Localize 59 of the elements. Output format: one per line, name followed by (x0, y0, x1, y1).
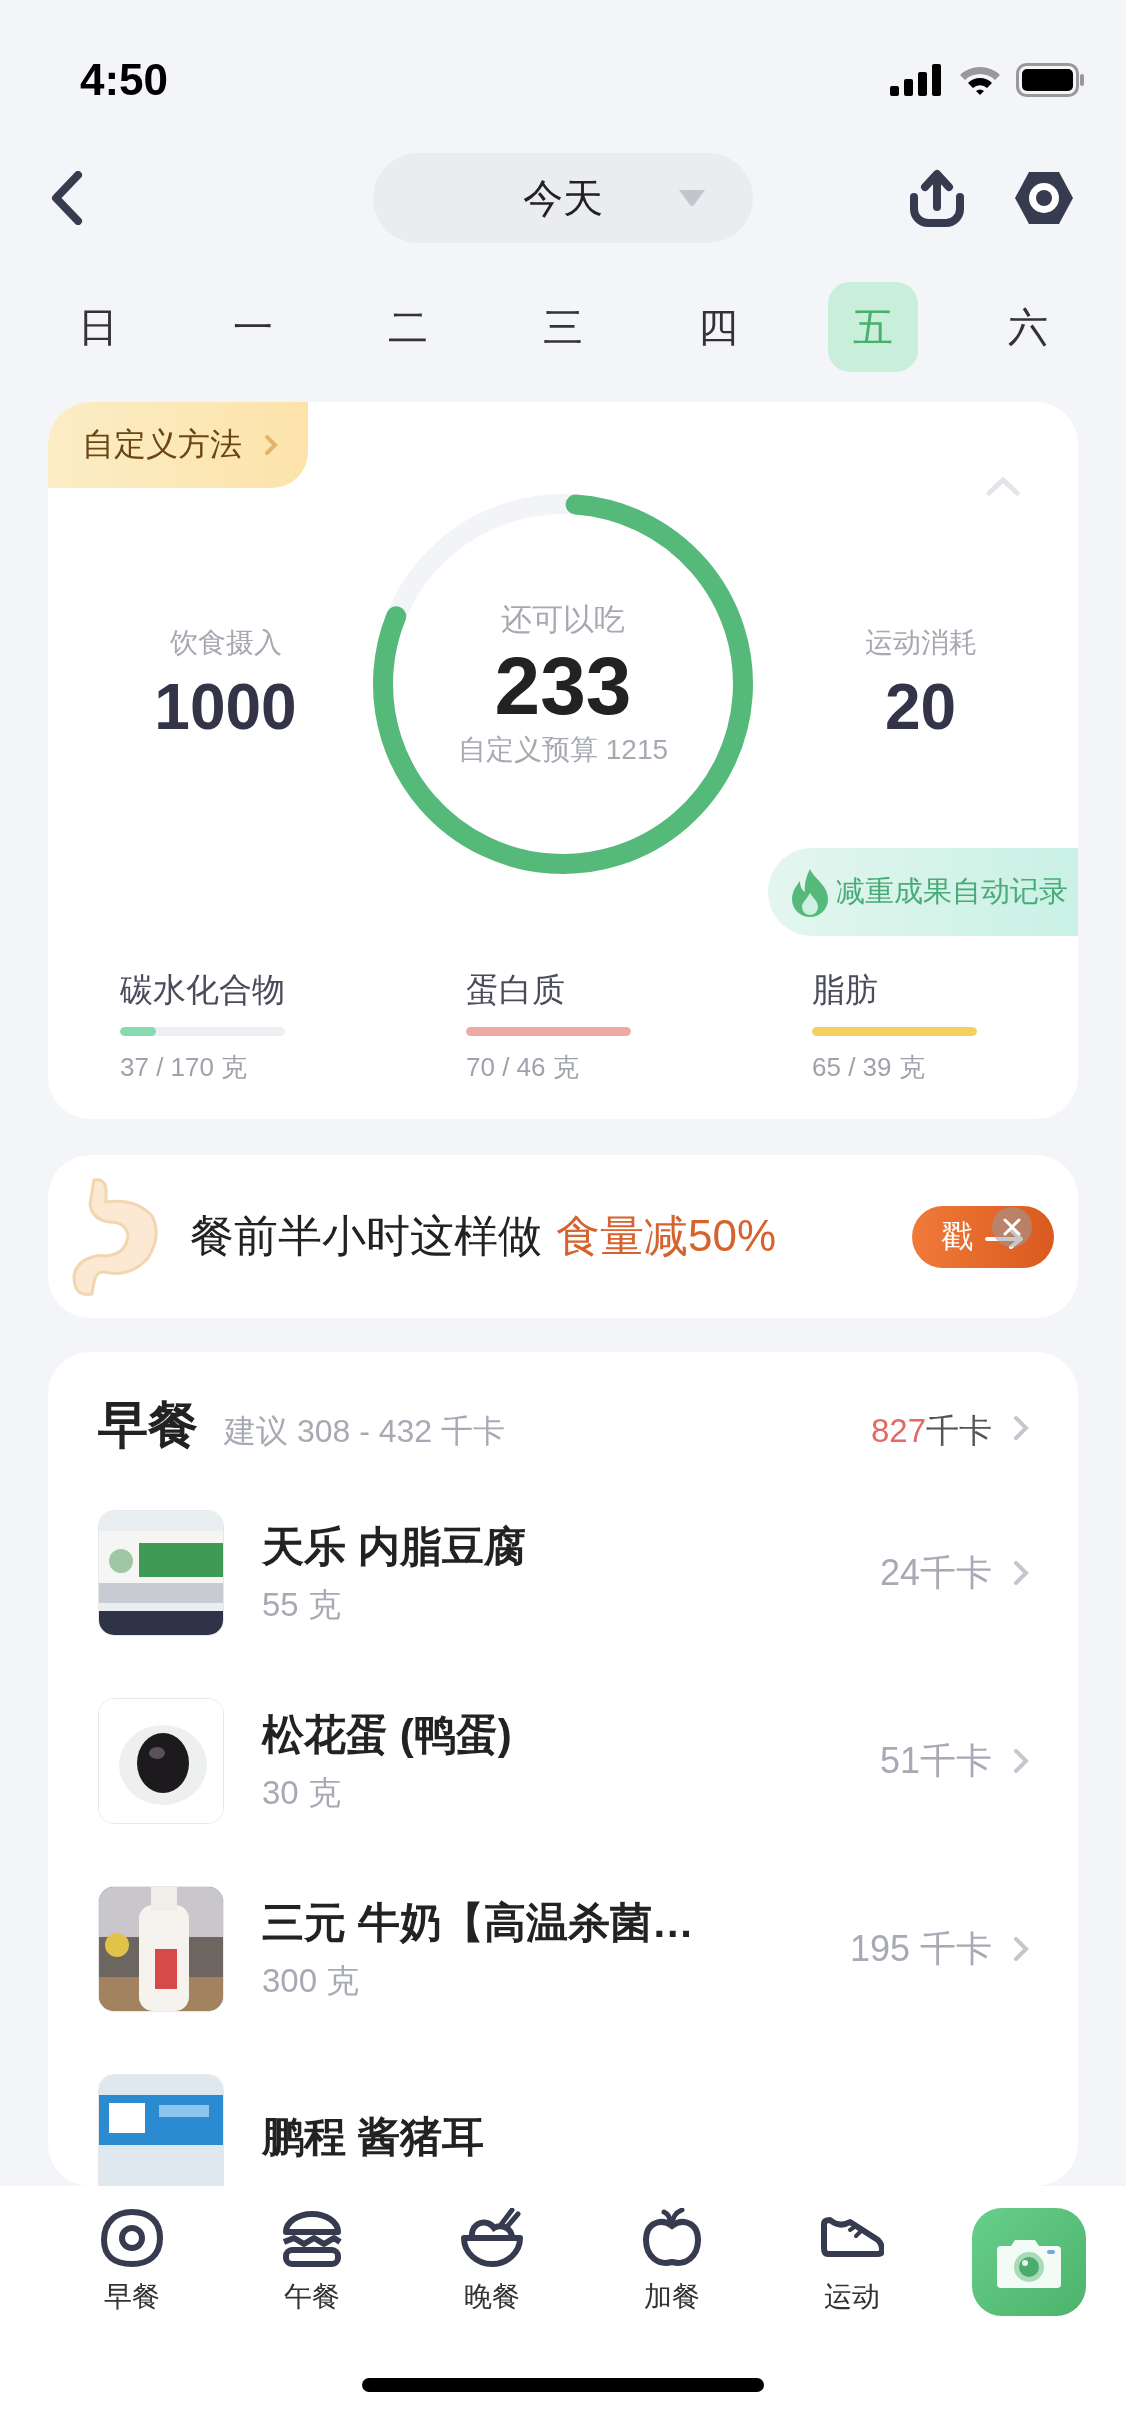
macro-name: 蛋白质 (466, 970, 566, 1010)
apple-icon (640, 2208, 704, 2268)
caret-icon (677, 188, 707, 208)
camera-button[interactable] (972, 2208, 1086, 2316)
banner-text: 餐前半小时这样做 (190, 1210, 542, 1262)
add-meal-tab[interactable]: 早餐 (42, 2208, 222, 2316)
meal-title: 早餐 (98, 1396, 198, 1455)
banner-highlight: 食量减50% (556, 1210, 777, 1262)
meal-suggestion: 建议 308 - 432 千卡 (224, 1412, 505, 1451)
battery-icon (1016, 63, 1084, 97)
tip-banner[interactable]: 餐前半小时这样做 食量减50% 戳 (48, 1155, 1078, 1318)
status-time: 4:50 (80, 55, 169, 105)
add-meal-tab[interactable]: 加餐 (582, 2208, 762, 2316)
weekday-tab[interactable]: 一 (208, 282, 298, 372)
food-name: 三元 牛奶【高温杀菌… (262, 1897, 695, 1948)
method-tag[interactable]: 自定义方法 (48, 402, 308, 488)
food-name: 天乐 内脂豆腐 (262, 1521, 527, 1572)
burger-icon (280, 2208, 344, 2268)
intake-label: 饮食摄入 (169, 626, 282, 660)
intake-value: 1000 (154, 670, 297, 744)
close-icon[interactable] (992, 1207, 1032, 1247)
macro-amount: 65 / 39 克 (812, 1051, 926, 1084)
macro-name: 碳水化合物 (120, 970, 286, 1010)
weekday-tab[interactable]: 三 (518, 282, 608, 372)
macro-name: 脂肪 (812, 970, 879, 1010)
chevron-right-icon[interactable] (1012, 1935, 1030, 1963)
exercise-label: 运动消耗 (864, 626, 977, 660)
weekday-tab[interactable]: 六 (983, 282, 1073, 372)
weekday-tab[interactable]: 二 (363, 282, 453, 372)
remaining-value: 233 (494, 640, 632, 732)
food-calories: 195 千卡 (849, 1926, 992, 1971)
chevron-right-icon[interactable] (1012, 1414, 1030, 1442)
macro-amount: 70 / 46 克 (466, 1051, 580, 1084)
budget-text: 自定义预算 1215 (457, 733, 669, 768)
food-name: 松花蛋 (鸭蛋) (262, 1709, 513, 1760)
wifi-icon (958, 64, 1002, 96)
add-meal-tab[interactable]: 运动 (762, 2208, 942, 2316)
food-amount: 300 克 (262, 1960, 361, 2001)
chevron-right-icon[interactable] (1012, 1559, 1030, 1587)
egg-icon (100, 2208, 164, 2268)
weekday-tab[interactable]: 四 (673, 282, 763, 372)
food-amount: 30 克 (262, 1772, 342, 1813)
food-calories: 24千卡 (879, 1550, 992, 1595)
remaining-label: 还可以吃 (501, 600, 625, 639)
macro-amount: 37 / 170 克 (120, 1051, 249, 1084)
meal-calories: 827 (870, 1412, 926, 1450)
food-name: 鹏程 酱猪耳 (262, 2112, 485, 2162)
date-dropdown[interactable]: 今天 (373, 153, 753, 243)
chevron-right-icon (264, 434, 278, 456)
exercise-value: 20 (884, 670, 957, 744)
add-meal-tab[interactable]: 晚餐 (402, 2208, 582, 2316)
meal-unit: 千卡 (926, 1411, 992, 1451)
signal-icon (890, 64, 944, 96)
bowl-icon (460, 2208, 524, 2268)
add-meal-tab[interactable]: 午餐 (222, 2208, 402, 2316)
food-calories: 51千卡 (879, 1738, 992, 1783)
chevron-right-icon[interactable] (1012, 1747, 1030, 1775)
food-amount: 55 克 (262, 1584, 342, 1625)
weekday-tab[interactable]: 日 (53, 282, 143, 372)
